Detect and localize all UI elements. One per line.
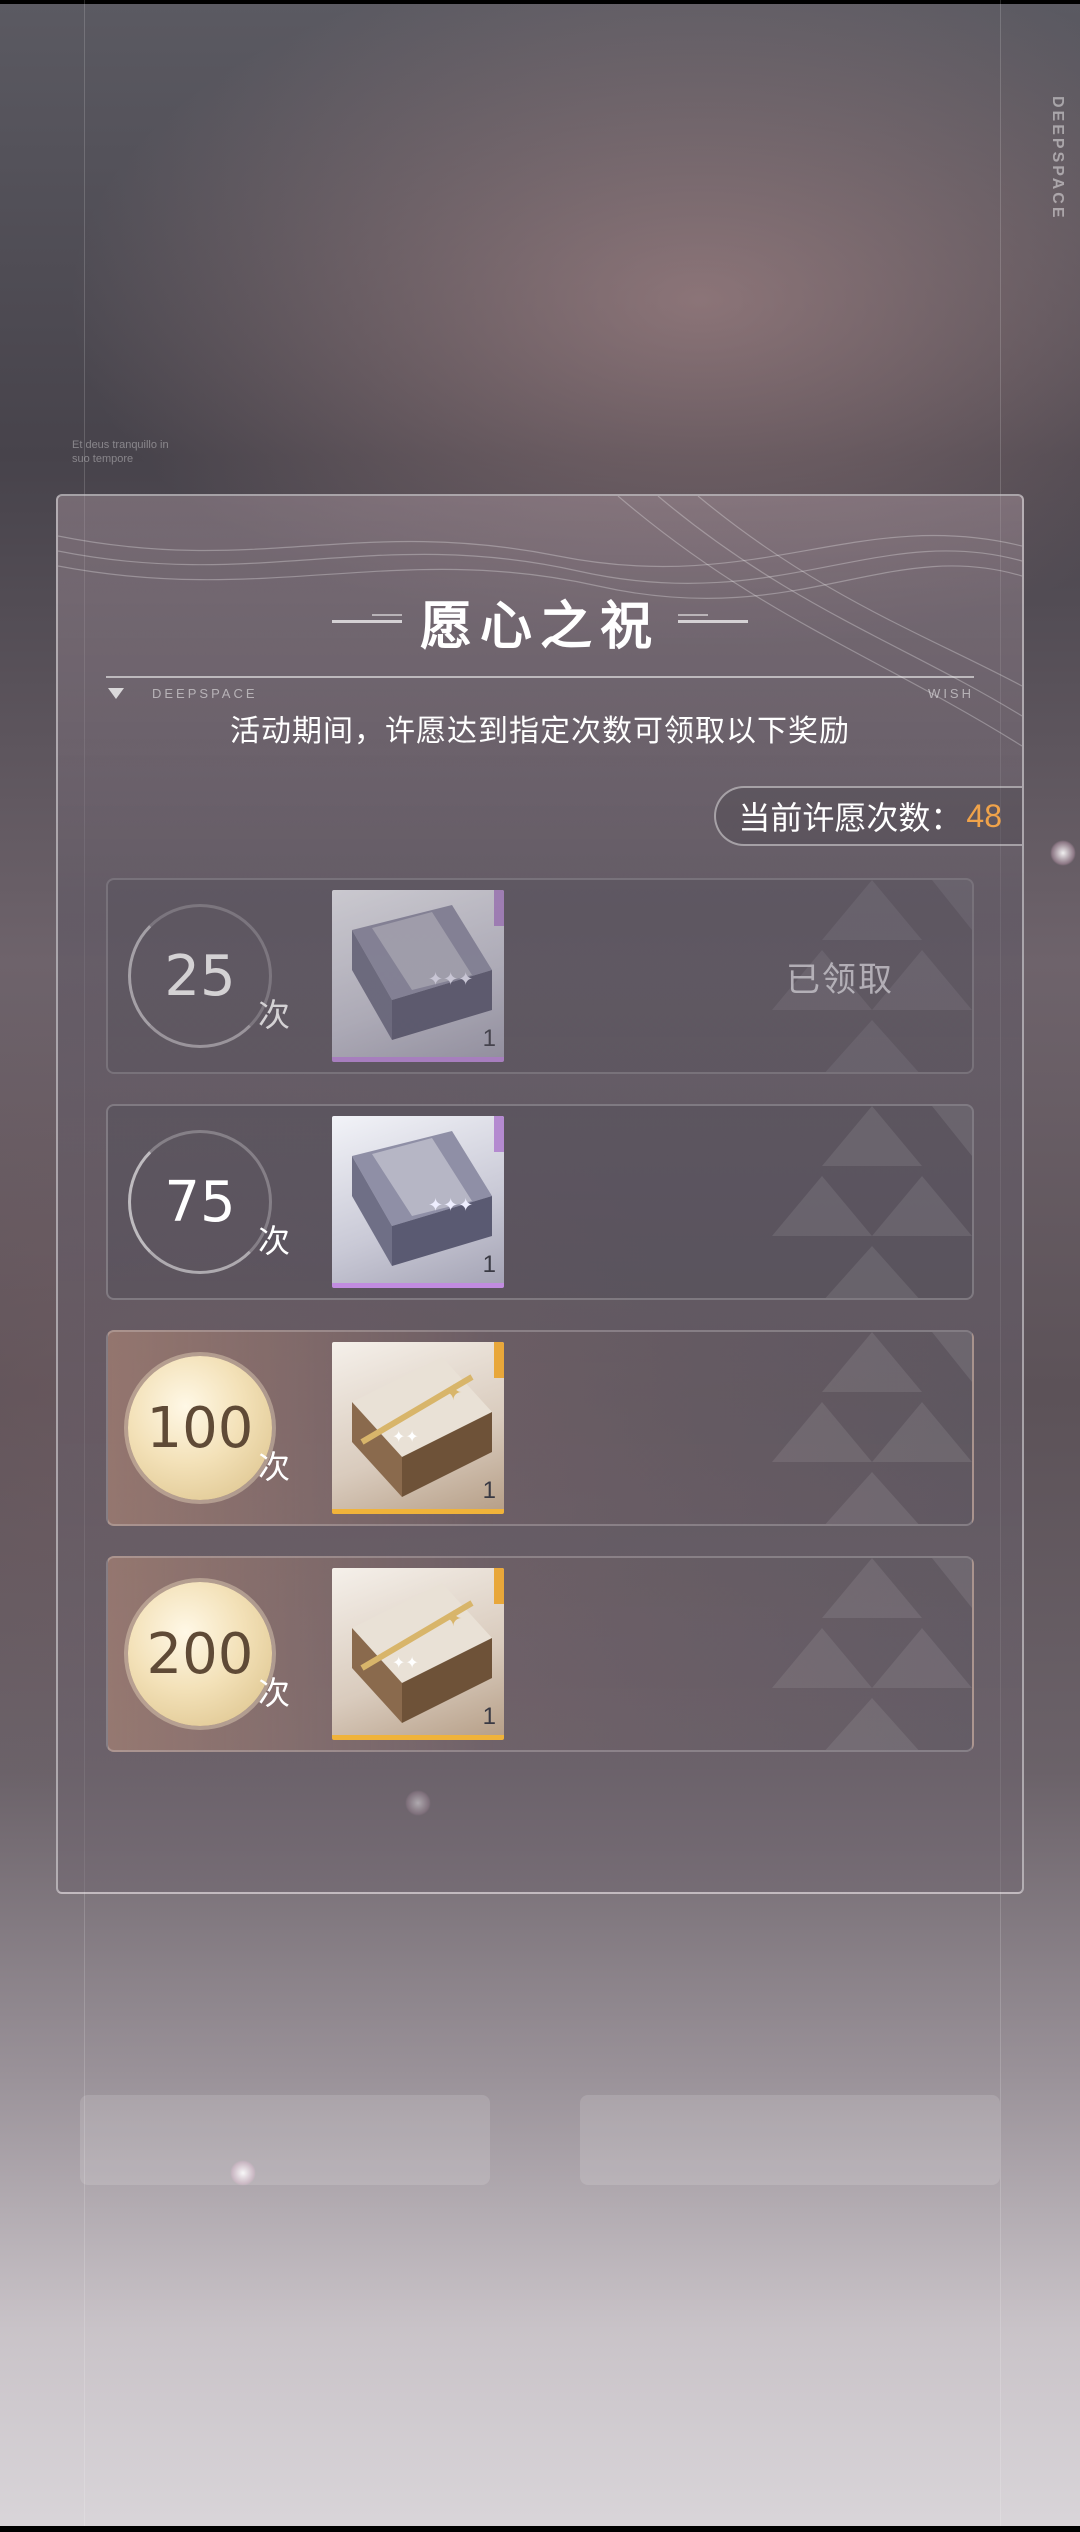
triangle-pattern bbox=[772, 1558, 972, 1750]
wish-count-pill: 当前许愿次数： 48 bbox=[714, 786, 1022, 846]
reward-quantity: 1 bbox=[482, 1251, 496, 1278]
blurred-background-button bbox=[80, 2095, 490, 2185]
milestone-badge: 200 bbox=[128, 1582, 272, 1726]
svg-text:✦: ✦ bbox=[444, 1381, 462, 1406]
reward-item[interactable]: ✦✦✦ 1 bbox=[332, 1116, 504, 1288]
gift-box-icon: ✦✦✦ bbox=[352, 1131, 492, 1266]
milestone-row-200[interactable]: 200 次 ✦ ✦✦ 1 bbox=[106, 1556, 974, 1752]
reward-item[interactable]: ✦ ✦✦ 1 bbox=[332, 1568, 504, 1740]
milestone-badge: 100 bbox=[128, 1356, 272, 1500]
bg-scribble: Et deus tranquillo in suo tempore bbox=[72, 439, 169, 465]
milestone-row-75[interactable]: 75 次 ✦✦✦ 1 bbox=[106, 1104, 974, 1300]
bg-vertical-text: DEEPSPACE bbox=[1049, 96, 1066, 221]
gift-box-icon: ✦ ✦✦ bbox=[352, 1583, 492, 1723]
rarity-marker bbox=[494, 1116, 504, 1152]
rarity-marker bbox=[494, 1568, 504, 1604]
panel-title: 愿心之祝 bbox=[419, 596, 660, 657]
milestone-row-25[interactable]: 25 次 ✦✦✦ 1 已领取 bbox=[106, 878, 974, 1074]
divider-caption-left: DEEPSPACE bbox=[152, 686, 258, 701]
svg-text:✦✦: ✦✦ bbox=[392, 1427, 419, 1446]
milestone-badge: 25 bbox=[128, 904, 272, 1048]
blurred-background-button bbox=[580, 2095, 1000, 2185]
reward-item[interactable]: ✦ ✦✦ 1 bbox=[332, 1342, 504, 1514]
times-label: 次 bbox=[258, 996, 291, 1034]
claimed-status: 已领取 bbox=[786, 960, 894, 1000]
svg-text:✦✦: ✦✦ bbox=[392, 1653, 419, 1672]
triangle-pattern bbox=[772, 1332, 972, 1524]
reward-item[interactable]: ✦✦✦ 1 bbox=[332, 890, 504, 1062]
times-label: 次 bbox=[258, 1222, 291, 1260]
title-divider bbox=[106, 676, 974, 678]
triangle-down-icon bbox=[108, 688, 124, 699]
gift-box-icon: ✦ ✦✦ bbox=[352, 1357, 492, 1497]
top-bezel bbox=[0, 0, 1080, 4]
times-label: 次 bbox=[258, 1448, 291, 1486]
milestone-badge: 75 bbox=[128, 1130, 272, 1274]
reward-quantity: 1 bbox=[482, 1703, 496, 1730]
title-row: 愿心之祝 bbox=[58, 584, 1022, 659]
reward-quantity: 1 bbox=[482, 1477, 496, 1504]
wish-blessing-panel: 愿心之祝 DEEPSPACE WISH 活动期间，许愿达到指定次数可领取以下奖励… bbox=[56, 494, 1024, 1894]
divider-caption-right: WISH bbox=[928, 686, 974, 701]
rarity-marker bbox=[494, 890, 504, 926]
panel-subtitle: 活动期间，许愿达到指定次数可领取以下奖励 bbox=[230, 714, 850, 749]
wish-count-label: 当前许愿次数： bbox=[738, 799, 963, 837]
rarity-marker bbox=[494, 1342, 504, 1378]
gift-box-icon: ✦✦✦ bbox=[352, 905, 492, 1040]
svg-text:✦✦✦: ✦✦✦ bbox=[428, 969, 473, 990]
svg-text:✦✦✦: ✦✦✦ bbox=[428, 1195, 473, 1216]
svg-text:✦: ✦ bbox=[444, 1607, 462, 1632]
bottom-bezel bbox=[0, 2526, 1080, 2532]
title-deco-right bbox=[678, 614, 748, 623]
sparkle bbox=[230, 2160, 256, 2186]
milestone-row-100[interactable]: 100 次 ✦ ✦✦ 1 bbox=[106, 1330, 974, 1526]
times-label: 次 bbox=[258, 1674, 291, 1712]
triangle-pattern bbox=[772, 1106, 972, 1298]
sparkle bbox=[1050, 840, 1076, 866]
title-deco-left bbox=[331, 614, 402, 623]
reward-quantity: 1 bbox=[482, 1025, 496, 1052]
wish-count-value: 48 bbox=[966, 797, 1002, 834]
